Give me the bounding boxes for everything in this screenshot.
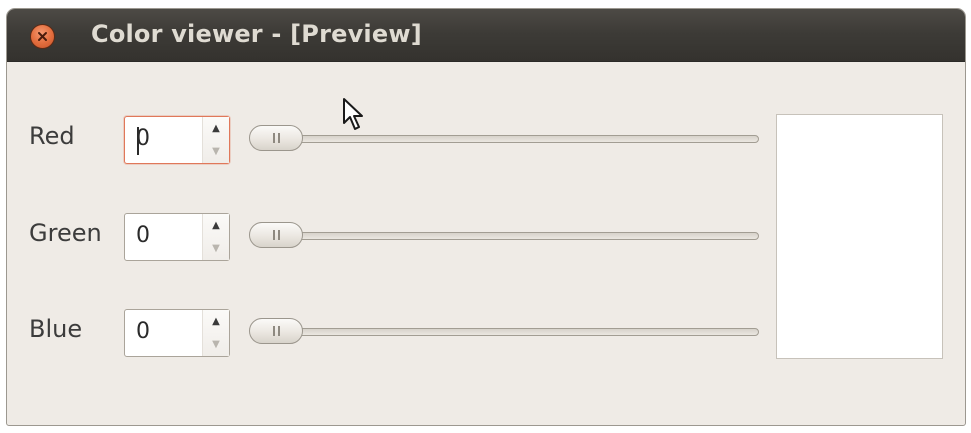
blue-decrement-button[interactable]: ▼	[203, 333, 229, 356]
grip-icon	[278, 133, 280, 143]
red-spin-buttons: ▲ ▼	[202, 117, 229, 163]
arrow-down-icon: ▼	[212, 145, 220, 157]
mouse-pointer-icon	[343, 98, 363, 130]
arrow-up-icon: ▲	[212, 122, 220, 134]
close-button[interactable]	[30, 24, 55, 49]
green-slider[interactable]	[249, 220, 759, 250]
slider-handle[interactable]	[249, 318, 303, 344]
color-viewer-window: Color viewer - [Preview] Red 0 ▲ ▼ Green…	[6, 8, 966, 426]
green-decrement-button[interactable]: ▼	[203, 237, 229, 260]
title-bar[interactable]: Color viewer - [Preview]	[7, 9, 965, 62]
green-increment-button[interactable]: ▲	[203, 214, 229, 237]
red-spinbox[interactable]: 0 ▲ ▼	[124, 116, 230, 164]
grip-icon	[278, 326, 280, 336]
slider-handle[interactable]	[249, 222, 303, 248]
color-preview-swatch	[776, 114, 943, 359]
arrow-down-icon: ▼	[212, 338, 220, 350]
blue-slider[interactable]	[249, 316, 759, 346]
text-caret	[137, 127, 139, 155]
close-icon	[38, 32, 47, 41]
blue-spinbox[interactable]: 0 ▲ ▼	[124, 309, 230, 357]
grip-icon	[278, 230, 280, 240]
arrow-down-icon: ▼	[212, 242, 220, 254]
green-spinbox[interactable]: 0 ▲ ▼	[124, 213, 230, 261]
green-value: 0	[136, 223, 150, 248]
slider-track[interactable]	[253, 328, 759, 336]
window-title: Color viewer - [Preview]	[91, 20, 422, 48]
red-slider[interactable]	[249, 123, 759, 153]
grip-icon	[273, 133, 275, 143]
red-decrement-button[interactable]: ▼	[203, 140, 229, 163]
green-label: Green	[29, 219, 102, 247]
arrow-up-icon: ▲	[212, 219, 220, 231]
grip-icon	[273, 326, 275, 336]
arrow-up-icon: ▲	[212, 315, 220, 327]
blue-value: 0	[136, 319, 150, 344]
green-spin-buttons: ▲ ▼	[202, 214, 229, 260]
blue-label: Blue	[29, 315, 83, 343]
red-label: Red	[29, 122, 75, 150]
slider-track[interactable]	[253, 135, 759, 143]
grip-icon	[273, 230, 275, 240]
blue-increment-button[interactable]: ▲	[203, 310, 229, 333]
slider-track[interactable]	[253, 232, 759, 240]
slider-handle[interactable]	[249, 125, 303, 151]
blue-spin-buttons: ▲ ▼	[202, 310, 229, 356]
red-increment-button[interactable]: ▲	[203, 117, 229, 140]
